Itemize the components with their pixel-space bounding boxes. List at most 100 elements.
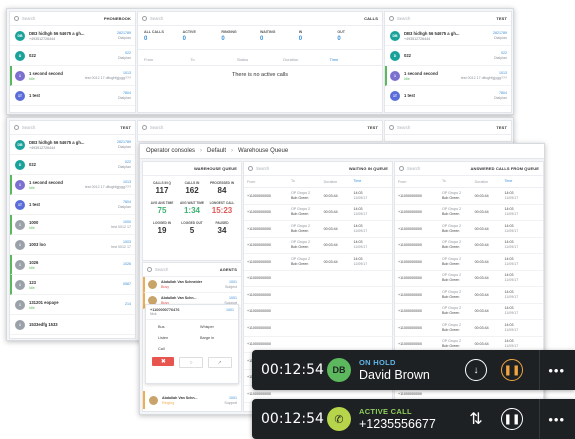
contact-row[interactable]: 1 1 second second Idle 1013 test 0012 17 dit… [10, 175, 135, 195]
contact-name: 1003 loo [29, 241, 46, 247]
contact-row[interactable]: 1 1000 Idle 1000 test 0012 17 [10, 215, 135, 235]
column-header[interactable]: Time [504, 179, 540, 184]
stat-label: OUT [337, 30, 345, 34]
cell-to: Bob Green [442, 195, 460, 200]
column-header[interactable]: Duration [283, 57, 329, 62]
table-row[interactable]: +11000000000OP Grupo 2Bob Green00:03:441… [395, 254, 543, 271]
test-search-input[interactable]: Search [397, 125, 410, 130]
cell-from: +11000000000 [247, 342, 271, 347]
contact-row[interactable]: DB DB3 hidhgh 56 54675 a gh... +4935127264… [10, 135, 135, 155]
agents-search-input[interactable]: Search [155, 267, 168, 272]
contact-row[interactable]: D 022 022 Dialplan [385, 46, 511, 66]
column-header[interactable]: Duration [475, 180, 505, 184]
table-row[interactable]: +11000000000OP Grupo 2Bob Green00:03:441… [244, 238, 392, 254]
table-row[interactable]: +11000000000OP Grupo 2Bob Green00:03:441… [395, 205, 543, 221]
avatar: 1 [15, 279, 25, 290]
contact-status: Idle [404, 76, 410, 81]
panel-title: PHONEBOOK [103, 16, 131, 21]
table-row[interactable]: +11000000000OP Grupo 2Bob Green00:03:441… [244, 254, 392, 271]
menu-item[interactable]: Call [150, 343, 192, 354]
contact-row[interactable]: 1 123 Idle 0587 [10, 275, 135, 295]
column-header[interactable]: From [398, 180, 442, 184]
transfer-arrows-icon[interactable]: ⇅ [465, 409, 487, 429]
contact-row[interactable]: 1T 1 test 7804 Dialplan [385, 86, 511, 106]
table-row[interactable]: +11000000000OP Grupo 2Bob Green00:03:441… [395, 238, 543, 254]
pause-icon[interactable]: ❚❚ [501, 408, 523, 430]
cell-date: 11/09/17 [504, 195, 519, 200]
table-row[interactable]: +11000000000OP Grupo 2Bob Green00:03:441… [244, 221, 392, 238]
column-header[interactable]: To [291, 179, 324, 184]
calls-stat: ALL CALLS 0 [144, 30, 183, 45]
agent-row[interactable]: Abdullah Van Schneider Busy 1001 Subject [143, 277, 241, 293]
breadcrumb-item-operator-consoles[interactable]: Operator consoles [146, 148, 195, 154]
contact-row[interactable]: 1 131201 eopaye Idle 214 [10, 295, 135, 315]
table-row[interactable]: +11000000000OP Grupo 2Bob Green00:03:441… [244, 205, 392, 221]
table-row[interactable]: +11000000000OP Grupo 2Bob Green00:03:441… [395, 287, 543, 304]
contact-row[interactable]: D 022 022 Dialplan [10, 46, 135, 66]
column-header[interactable]: Duration [324, 180, 354, 184]
mute-button[interactable]: ○ [178, 357, 203, 368]
cell-from: +11000000000 [398, 259, 422, 264]
column-header[interactable]: Time [330, 57, 376, 62]
agent-state: Busy [161, 285, 169, 289]
contact-row[interactable]: DB DB3 hidhgh 56 54675 a gh... +4935127264… [10, 26, 135, 46]
table-row[interactable]: +11000000000OP Grupo 2Bob Green00:03:441… [395, 304, 543, 320]
column-header[interactable]: To [190, 57, 236, 62]
breadcrumb-item-default[interactable]: Default [207, 148, 226, 154]
menu-item-icon [192, 335, 197, 340]
contact-row[interactable]: DB DB3 hidhgh 56 54675 a gh... +4935127264… [385, 26, 511, 46]
more-icon[interactable]: ••• [548, 363, 565, 378]
test-panel-right-2: Search TEST [384, 120, 512, 142]
contact-row[interactable]: 1T 1 test 7804 Dialplan [10, 86, 135, 106]
search-icon [147, 267, 152, 272]
menu-item[interactable]: Whisper [192, 321, 234, 332]
phonebook-search-input[interactable]: Search [22, 16, 35, 21]
contact-row[interactable]: 1 1533edfg 1533 [10, 315, 135, 335]
pause-icon[interactable]: ❚❚ [501, 359, 523, 381]
table-row[interactable]: +11000000000 [244, 304, 392, 320]
calls-search-input[interactable]: Search [150, 16, 163, 21]
table-row[interactable]: +11000000000OP Grupo 2Bob Green00:03:441… [395, 271, 543, 287]
menu-item-label: Barge in [200, 335, 215, 340]
contact-number: 2821789 [117, 31, 131, 35]
table-row[interactable]: +11000000000OP Grupo 2Bob Green00:03:441… [395, 188, 543, 205]
contact-row[interactable]: 1 1 second second Idle 1013 test 0012 17 dit… [10, 66, 135, 86]
menu-item[interactable]: Bus [150, 321, 192, 332]
contact-sub: Dialplan [118, 165, 131, 169]
table-row[interactable]: +11000000000OP Grupo 2Bob Green00:03:441… [395, 320, 543, 337]
panel-title: TEST [120, 125, 131, 130]
table-row[interactable]: +11000000000 [244, 271, 392, 287]
test-search-input[interactable]: Search [22, 125, 35, 130]
menu-item[interactable]: Barge in [192, 332, 234, 343]
contact-row[interactable]: D 022 022 Dialplan [10, 155, 135, 175]
test-search-input[interactable]: Search [150, 125, 163, 130]
contact-row[interactable]: 1T 1 test 7804 Dialplan [10, 195, 135, 215]
test-search-input[interactable]: Search [397, 16, 410, 21]
waiting-search-input[interactable]: Search [256, 166, 269, 171]
contact-row[interactable]: 1 1026 Idle 1026 [10, 255, 135, 275]
column-header[interactable]: From [247, 180, 291, 184]
transfer-button[interactable]: ↗ [207, 357, 232, 368]
table-row[interactable]: +11000000000OP Grupo 2Bob Green00:03:441… [395, 221, 543, 238]
table-row[interactable]: +11000000000 [244, 287, 392, 304]
contact-row[interactable]: 1 1003 loo 1003 test 0012 17 [10, 235, 135, 255]
menu-item[interactable]: Listen [150, 332, 192, 343]
contact-number: 7804 [123, 91, 131, 95]
hangup-button[interactable]: ✖ [152, 357, 175, 366]
column-header[interactable]: To [442, 179, 475, 184]
column-header[interactable]: Time [353, 179, 389, 184]
cell-duration: 00:03:44 [474, 325, 489, 330]
column-header[interactable]: Status [237, 57, 283, 62]
answered-search-input[interactable]: Search [407, 166, 420, 171]
agent-row[interactable]: Abdullah Van Schn... Ringing 1001 Support [143, 391, 241, 409]
queue-stat: CALLS IN 162 [177, 178, 207, 198]
contact-row[interactable]: 1 1 second second Idle 1013 test 0012 17 dit… [385, 66, 511, 86]
column-header[interactable]: From [144, 57, 190, 62]
phone-icon: ✆ [327, 407, 351, 431]
table-row[interactable]: +11000000000 [244, 320, 392, 337]
download-icon[interactable]: ↓ [465, 359, 487, 381]
cell-date: 11/09/17 [504, 212, 519, 217]
more-icon[interactable]: ••• [548, 412, 565, 427]
table-row[interactable]: +11000000000OP Grupo 2Bob Green00:03:441… [244, 188, 392, 205]
cell-to: Bob Green [291, 195, 309, 200]
